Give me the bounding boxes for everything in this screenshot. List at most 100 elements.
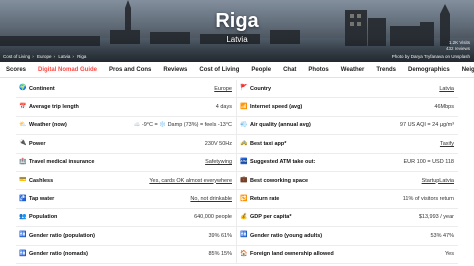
table-row: 🏥 Travel medical insurance Safetywing 🏧 Sugg…	[16, 153, 458, 172]
info-value[interactable]: Yes, cards OK almost everywhere	[149, 178, 232, 184]
breadcrumb-item[interactable]: Europe	[37, 54, 52, 59]
info-cell: 🚻 Gender ratio (nomads) 85% 15%	[16, 245, 237, 263]
tab-pros-and-cons[interactable]: Pros and Cons	[103, 62, 157, 77]
breadcrumb-item[interactable]: Riga	[77, 54, 86, 59]
info-label: Population	[29, 214, 58, 221]
info-value: 230V 50Hz	[204, 140, 232, 147]
tab-weather[interactable]: Weather	[335, 62, 371, 77]
table-row: 📅 Average trip length 4 days 📶 Internet spee…	[16, 98, 458, 117]
tab-cost-of-living[interactable]: Cost of Living	[193, 62, 245, 77]
info-value: $13,993 / year	[418, 214, 454, 221]
info-cell: 🚻 Gender ratio (population) 39% 61%	[16, 227, 237, 245]
hero-meta: 1.2K Visits 432 reviews	[446, 40, 470, 51]
medical-icon: 🏥	[19, 158, 27, 165]
return-rate-icon: 🔁	[240, 195, 248, 202]
info-value: 39% 61%	[208, 232, 232, 239]
info-cell: 📅 Average trip length 4 days	[16, 98, 237, 116]
tab-scores[interactable]: Scores	[0, 62, 32, 77]
taxi-icon: 🚕	[240, 140, 248, 147]
info-label: Cashless	[29, 177, 54, 184]
city-title: Riga	[215, 10, 259, 32]
tab-people[interactable]: People	[245, 62, 277, 77]
info-cell: 🔌 Power 230V 50Hz	[16, 135, 237, 153]
info-cell: 🚕 Best taxi app* Taxify	[237, 135, 458, 152]
info-label: GDP per capita*	[250, 214, 292, 221]
tab-neighborhoods[interactable]: Neighborhoods	[456, 62, 474, 77]
breadcrumb-item[interactable]: Latvia	[58, 54, 70, 59]
visits-count: 1.2K Visits	[448, 40, 470, 45]
info-value[interactable]: Safetywing	[205, 159, 232, 165]
info-value[interactable]: Latvia	[439, 86, 454, 92]
gender-population-icon: 🚻	[19, 232, 27, 239]
info-value[interactable]: Europe	[214, 86, 232, 92]
info-label: Air quality (annual avg)	[250, 122, 311, 129]
info-label: Suggested ATM take out:	[250, 159, 316, 166]
calendar-icon: 📅	[19, 103, 27, 110]
info-value: ☁️ -9°C = ❄️ Damp (73%) = feels -13°C	[133, 122, 233, 129]
table-row: 🔌 Power 230V 50Hz 🚕 Best taxi app* Taxify	[16, 135, 458, 154]
tab-chat[interactable]: Chat	[277, 62, 302, 77]
tap-water-icon: 🚰	[19, 195, 27, 202]
info-value: Yes	[445, 251, 454, 258]
info-cell: 🌍 Continent Europe	[16, 80, 237, 98]
info-label: Weather (now)	[29, 122, 67, 129]
info-cell: 🚰 Tap water No, not drinkable	[16, 190, 237, 208]
table-row: 🚻 Gender ratio (nomads) 85% 15% 🏠 Foreign la…	[16, 245, 458, 264]
coworking-icon: 💼	[240, 177, 248, 184]
info-cell: 💼 Best coworking space StartupLatvia	[237, 172, 458, 189]
info-value[interactable]: No, not drinkable	[190, 196, 232, 202]
info-label: Travel medical insurance	[29, 159, 95, 166]
power-icon: 🔌	[19, 140, 27, 147]
gdp-icon: 💰	[240, 213, 248, 220]
city-country: Latvia	[226, 35, 248, 44]
info-label: Foreign land ownership allowed	[250, 251, 334, 258]
table-row: 🚰 Tap water No, not drinkable 🔁 Return rate 1…	[16, 190, 458, 209]
info-value: 4 days	[215, 104, 232, 111]
photo-credit[interactable]: Photo by Darya Tryfanava on Unsplash	[392, 54, 470, 59]
info-value: 46Mbps	[434, 104, 454, 111]
breadcrumb-item[interactable]: Cost of Living	[3, 54, 30, 59]
gender-young-icon: 🚻	[240, 232, 248, 239]
info-label: Internet speed (avg)	[250, 104, 303, 111]
table-row: 👥 Population 640,000 people 💰 GDP per capita…	[16, 208, 458, 228]
reviews-count[interactable]: 432 reviews	[446, 46, 470, 52]
info-label: Average trip length	[29, 104, 79, 111]
info-cell: 🚻 Gender ratio (young adults) 53% 47%	[237, 227, 458, 244]
tab-trends[interactable]: Trends	[370, 62, 402, 77]
continent-icon: 🌍	[19, 85, 27, 92]
info-cell: 💨 Air quality (annual avg) 97 US AQI = 24 …	[237, 117, 458, 134]
tab-bar: Scores Digital Nomad Guide Pros and Cons…	[0, 62, 474, 78]
tab-digital-nomad-guide[interactable]: Digital Nomad Guide	[32, 62, 104, 77]
info-cell: 🔁 Return rate 11% of visitors return	[237, 190, 458, 207]
info-label: Country	[250, 85, 272, 92]
info-value[interactable]: Taxify	[440, 141, 454, 147]
info-cell: 🚩 Country Latvia	[237, 80, 458, 97]
weather-icon: ⛅	[19, 121, 27, 128]
country-icon: 🚩	[240, 85, 248, 92]
tab-reviews[interactable]: Reviews	[157, 62, 193, 77]
info-label: Return rate	[250, 196, 280, 203]
tab-demographics[interactable]: Demographics	[402, 62, 456, 77]
breadcrumb: Cost of Living › Europe › Latvia › Riga	[3, 54, 87, 59]
info-value: EUR 100 = USD 118	[403, 159, 455, 166]
info-value: 85% 15%	[208, 251, 232, 258]
table-row: 🌍 Continent Europe 🚩 Country Latvia	[16, 80, 458, 99]
table-row: 🚻 Gender ratio (population) 39% 61% 🚻 Gender…	[16, 227, 458, 246]
info-label: Power	[29, 140, 46, 147]
atm-icon: 🏧	[240, 158, 248, 165]
info-label: Best taxi app*	[250, 140, 287, 147]
info-cell: 🏥 Travel medical insurance Safetywing	[16, 153, 237, 171]
tab-photos[interactable]: Photos	[302, 62, 334, 77]
info-value: 53% 47%	[430, 232, 454, 239]
hero-banner: Riga Latvia Cost of Living › Europe › Latv…	[0, 0, 474, 62]
info-value[interactable]: StartupLatvia	[422, 178, 454, 184]
info-label: Tap water	[29, 196, 55, 203]
info-value: 640,000 people	[194, 214, 232, 221]
info-value: 97 US AQI = 24 µg/m³	[399, 122, 454, 129]
info-cell: 📶 Internet speed (avg) 46Mbps	[237, 98, 458, 115]
info-label: Gender ratio (nomads)	[29, 251, 88, 258]
info-value: 11% of visitors return	[402, 196, 454, 203]
table-row: ⛅ Weather (now) ☁️ -9°C = ❄️ Damp (73%) = …	[16, 116, 458, 136]
air-quality-icon: 💨	[240, 121, 248, 128]
info-cell: 🏧 Suggested ATM take out: EUR 100 = USD 11…	[237, 154, 458, 171]
